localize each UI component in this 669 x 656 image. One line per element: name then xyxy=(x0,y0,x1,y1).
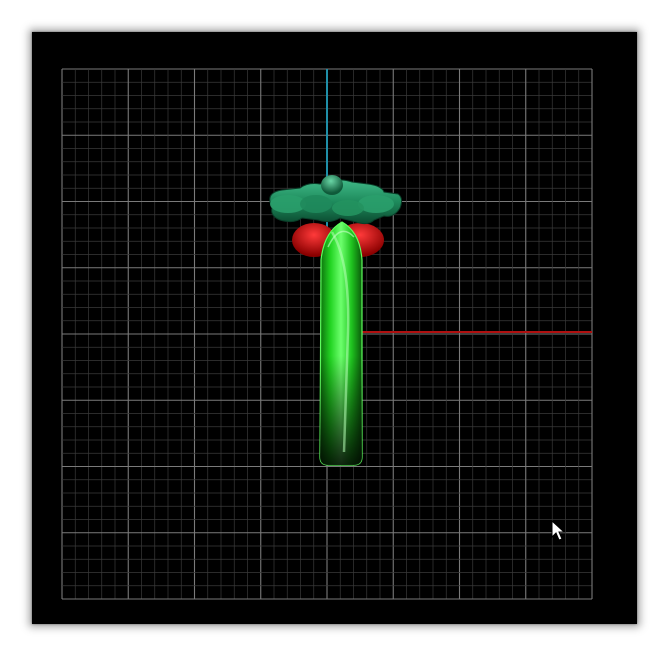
arrow-cursor-icon xyxy=(551,519,566,541)
3d-viewport-window[interactable] xyxy=(32,32,637,624)
3d-viewport[interactable] xyxy=(32,32,637,624)
flower-bud xyxy=(321,175,343,195)
flower-petal-center xyxy=(332,200,364,216)
flower-petal-mid-left xyxy=(300,195,332,213)
ring-model[interactable] xyxy=(269,175,403,466)
ring-shank-shadow xyxy=(320,222,362,465)
flower-petal-right xyxy=(358,195,394,213)
